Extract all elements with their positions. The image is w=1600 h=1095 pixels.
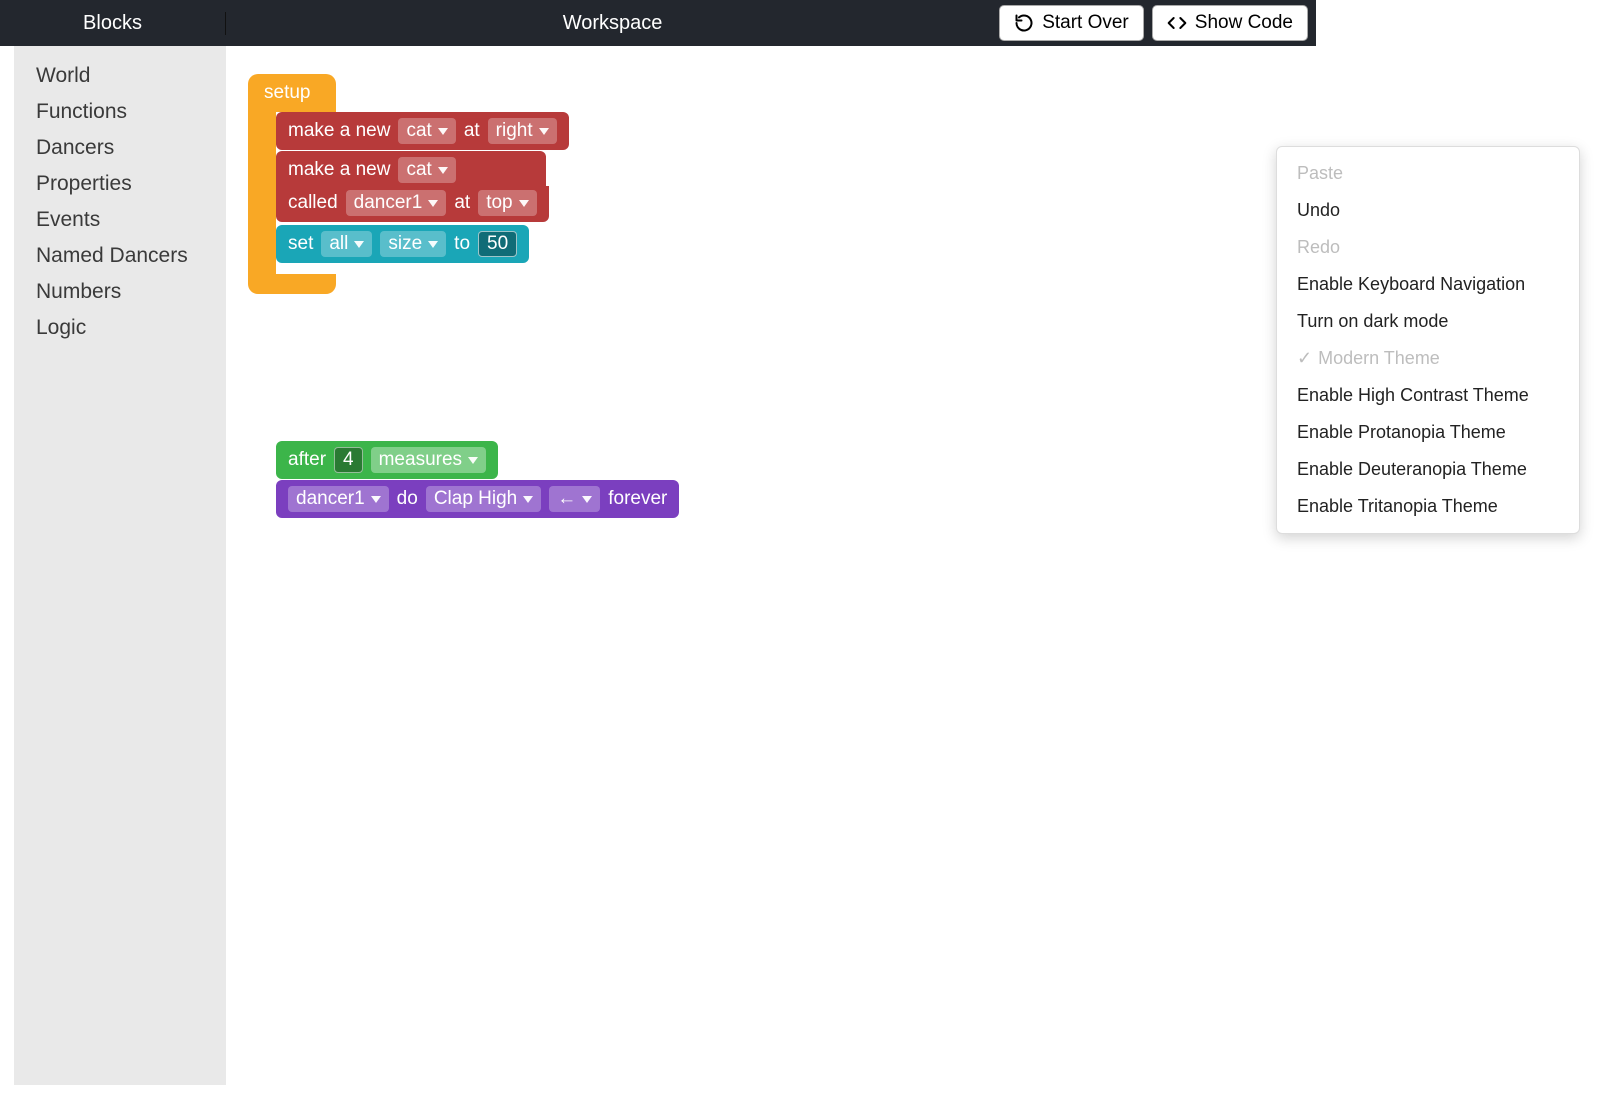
- chevron-down-icon: [519, 200, 529, 207]
- block-label: after: [288, 449, 326, 471]
- position-dropdown[interactable]: right: [488, 118, 557, 144]
- app-header: Blocks Workspace Start Over Show Code: [0, 0, 1316, 46]
- header-buttons: Start Over Show Code: [999, 5, 1316, 41]
- block-label: to: [454, 233, 470, 255]
- show-code-button[interactable]: Show Code: [1152, 5, 1308, 41]
- sidebar-item-world[interactable]: World: [36, 58, 226, 94]
- code-icon: [1167, 13, 1187, 33]
- value-field[interactable]: 50: [478, 231, 517, 257]
- ctx-paste: Paste: [1277, 155, 1579, 192]
- ctx-deuteranopia-theme[interactable]: Enable Deuteranopia Theme: [1277, 451, 1579, 488]
- dancer-name-dropdown[interactable]: dancer1: [346, 190, 447, 216]
- chevron-down-icon: [438, 167, 448, 174]
- make-new-dancer-block-2[interactable]: make a new cat: [276, 151, 546, 187]
- chevron-down-icon: [582, 496, 592, 503]
- direction-dropdown[interactable]: ←: [549, 486, 600, 512]
- sidebar-item-dancers[interactable]: Dancers: [36, 130, 226, 166]
- block-label: at: [454, 192, 470, 214]
- show-code-label: Show Code: [1195, 12, 1293, 34]
- start-over-label: Start Over: [1042, 12, 1129, 34]
- target-dropdown[interactable]: all: [321, 231, 372, 257]
- block-label: make a new: [288, 159, 390, 181]
- ctx-modern-theme: ✓Modern Theme: [1277, 340, 1579, 377]
- sidebar-item-named-dancers[interactable]: Named Dancers: [36, 238, 226, 274]
- check-icon: ✓: [1297, 348, 1312, 368]
- sidebar-item-properties[interactable]: Properties: [36, 166, 226, 202]
- sidebar-item-events[interactable]: Events: [36, 202, 226, 238]
- blocks-toolbox: World Functions Dancers Properties Event…: [14, 46, 226, 1085]
- workspace-context-menu: Paste Undo Redo Enable Keyboard Navigati…: [1276, 146, 1580, 534]
- chevron-down-icon: [371, 496, 381, 503]
- after-measures-block[interactable]: after 4 measures: [276, 441, 498, 479]
- ctx-protanopia-theme[interactable]: Enable Protanopia Theme: [1277, 414, 1579, 451]
- ctx-tritanopia-theme[interactable]: Enable Tritanopia Theme: [1277, 488, 1579, 525]
- sidebar-item-logic[interactable]: Logic: [36, 310, 226, 346]
- dancer-type-dropdown[interactable]: cat: [398, 118, 455, 144]
- ctx-high-contrast-theme[interactable]: Enable High Contrast Theme: [1277, 377, 1579, 414]
- chevron-down-icon: [354, 241, 364, 248]
- sidebar-item-numbers[interactable]: Numbers: [36, 274, 226, 310]
- called-at-block[interactable]: called dancer1 at top: [276, 186, 549, 222]
- make-new-dancer-block-1[interactable]: make a new cat at right: [276, 112, 569, 150]
- chevron-down-icon: [523, 496, 533, 503]
- block-label: at: [464, 120, 480, 142]
- ctx-dark-mode[interactable]: Turn on dark mode: [1277, 303, 1579, 340]
- do-move-block[interactable]: dancer1 do Clap High ← forever: [276, 480, 679, 518]
- dancer-name-dropdown[interactable]: dancer1: [288, 486, 389, 512]
- ctx-enable-keyboard-nav[interactable]: Enable Keyboard Navigation: [1277, 266, 1579, 303]
- block-label: called: [288, 192, 338, 214]
- chevron-down-icon: [428, 241, 438, 248]
- chevron-down-icon: [539, 128, 549, 135]
- unit-dropdown[interactable]: measures: [371, 447, 486, 473]
- setup-label: setup: [248, 74, 336, 112]
- sidebar-item-functions[interactable]: Functions: [36, 94, 226, 130]
- position-dropdown[interactable]: top: [478, 190, 536, 216]
- start-over-button[interactable]: Start Over: [999, 5, 1144, 41]
- chevron-down-icon: [468, 457, 478, 464]
- header-workspace-title: Workspace: [226, 12, 999, 35]
- block-label: set: [288, 233, 313, 255]
- block-label: make a new: [288, 120, 390, 142]
- ctx-undo[interactable]: Undo: [1277, 192, 1579, 229]
- dancer-type-dropdown[interactable]: cat: [398, 157, 455, 183]
- chevron-down-icon: [428, 200, 438, 207]
- ctx-redo: Redo: [1277, 229, 1579, 266]
- property-dropdown[interactable]: size: [380, 231, 446, 257]
- undo-icon: [1014, 13, 1034, 33]
- count-field[interactable]: 4: [334, 447, 363, 473]
- set-property-block[interactable]: set all size to 50: [276, 225, 529, 263]
- header-blocks-title: Blocks: [0, 12, 226, 35]
- block-label: do: [397, 488, 418, 510]
- workspace-canvas[interactable]: setup make a new cat at right make a new…: [226, 46, 1600, 1095]
- move-dropdown[interactable]: Clap High: [426, 486, 541, 512]
- chevron-down-icon: [438, 128, 448, 135]
- block-label: forever: [608, 488, 667, 510]
